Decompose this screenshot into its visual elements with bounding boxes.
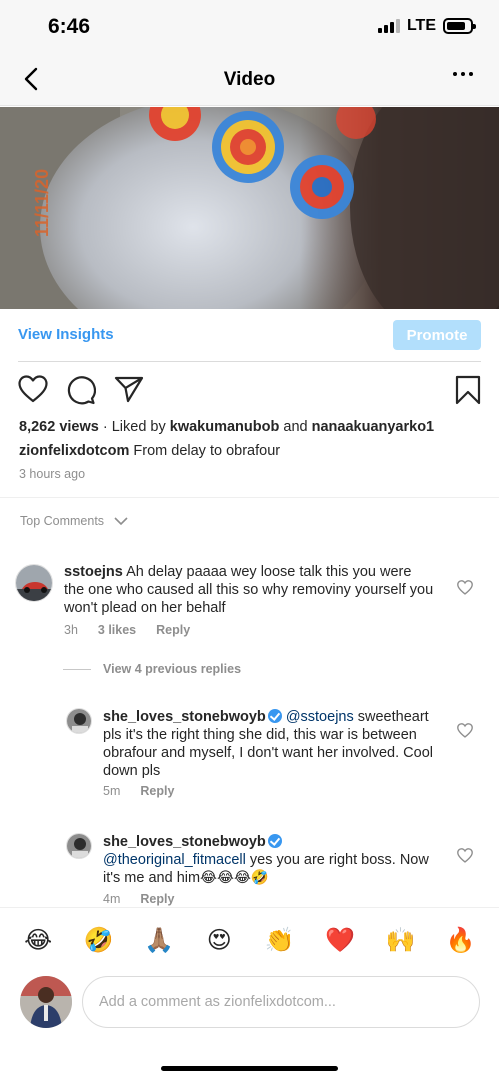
bookmark-icon [455,375,481,405]
comment: sstoejns Ah delay paaaa wey loose talk t… [0,560,499,650]
status-bar: 6:46 LTE [0,0,499,54]
view-insights-link[interactable]: View Insights [18,326,114,343]
video-date-stamp: 11/11/20 [32,169,52,237]
reply-time: 5m [103,784,121,798]
emoji-heart-eyes[interactable]: 😍 [201,926,237,954]
emoji-pray[interactable]: 🙏🏽 [141,926,177,954]
heart-icon [457,848,473,863]
emoji-fire[interactable]: 🔥 [443,926,479,954]
reply-mention[interactable]: @theoriginal_fitmacell [103,852,246,868]
views-likes-line: 8,262 views · Liked by kwakumanubob and … [19,419,435,435]
status-indicators: LTE [377,17,476,35]
chevron-down-icon [114,516,128,525]
video-player[interactable]: 11/11/20 [0,107,499,309]
verified-badge-icon [267,834,282,848]
reply-mention[interactable]: @sstoejns [286,709,354,725]
avatar[interactable] [66,833,92,859]
video-frame: 11/11/20 [0,107,499,309]
divider [0,497,499,498]
reply-button[interactable]: Reply [140,784,174,798]
top-comments-toggle[interactable]: Top Comments [20,514,128,528]
post-time: 3 hours ago [19,467,86,481]
comment-like-button[interactable] [457,580,473,600]
views-count: 8,262 views [19,419,99,435]
more-options-button[interactable] [453,72,473,76]
ellipsis-icon [453,72,457,76]
reply-like-button[interactable] [457,723,473,743]
reply-button[interactable]: Reply [140,892,174,906]
reply-body: she_loves_stonebwoyb @theoriginal_fitmac… [103,833,433,887]
caption-text: From delay to obrafour [133,443,281,459]
view-previous-label: View 4 previous replies [103,662,242,676]
reply-button[interactable]: Reply [156,623,190,637]
caption: zionfelixdotcom From delay to obrafour [19,442,489,460]
reply-meta: 5m Reply [103,784,174,798]
heart-icon [18,375,48,403]
nav-bar: Video [0,54,499,106]
liked-and: and [283,419,308,435]
emoji-quick-bar: 😂 🤣 🙏🏽 😍 👏 ❤️ 🙌 🔥 [0,907,499,971]
comment-likes[interactable]: 3 likes [98,623,136,637]
verified-badge-icon [267,709,282,723]
heart-icon [457,723,473,738]
comment-username[interactable]: sstoejns [64,564,123,580]
like-button[interactable] [18,375,48,408]
reply-meta: 4m Reply [103,892,174,906]
reply: she_loves_stonebwoyb @sstoejns sweethear… [0,705,499,805]
current-user-avatar [20,976,72,1028]
emoji-clap[interactable]: 👏 [262,926,298,954]
comment-meta: 3h 3 likes Reply [64,623,190,637]
comment-icon [67,376,97,405]
liked-user-2[interactable]: nanaakuanyarko1 [312,419,435,435]
reply: she_loves_stonebwoyb @theoriginal_fitmac… [0,830,499,907]
reply-like-button[interactable] [457,848,473,868]
top-comments-label: Top Comments [20,514,105,528]
caption-username[interactable]: zionfelixdotcom [19,443,129,459]
liked-by-label: Liked by [111,419,166,435]
insights-row: View Insights Promote [18,320,481,362]
home-indicator[interactable] [161,1066,338,1071]
status-time: 6:46 [48,15,91,38]
emoji-tears-of-joy[interactable]: 😂 [20,926,56,954]
comment-body: sstoejns Ah delay paaaa wey loose talk t… [64,563,434,617]
comment-composer [0,975,499,1035]
promote-button[interactable]: Promote [393,320,481,350]
signal-icon [377,19,400,33]
view-previous-replies[interactable]: View 4 previous replies [63,662,241,676]
share-button[interactable] [114,375,144,408]
avatar[interactable] [66,708,92,734]
reply-body: she_loves_stonebwoyb @sstoejns sweethear… [103,708,433,780]
reply-username[interactable]: she_loves_stonebwoyb [103,709,266,725]
paper-plane-icon [114,376,144,403]
page-title: Video [223,69,276,90]
emoji-red-heart[interactable]: ❤️ [322,926,358,954]
comment-time: 3h [64,623,78,637]
save-button[interactable] [455,375,481,410]
network-label: LTE [406,17,436,34]
avatar[interactable] [15,564,53,602]
comment-input[interactable] [82,976,480,1028]
liked-user-1[interactable]: kwakumanubob [170,419,280,435]
emoji-rofl[interactable]: 🤣 [81,926,117,954]
reply-time: 4m [103,892,121,906]
heart-icon [457,580,473,595]
reply-username[interactable]: she_loves_stonebwoyb [103,834,266,850]
battery-icon [443,18,476,34]
emoji-raised-hands[interactable]: 🙌 [382,926,418,954]
comment-button[interactable] [66,375,97,410]
post-actions [18,375,483,407]
